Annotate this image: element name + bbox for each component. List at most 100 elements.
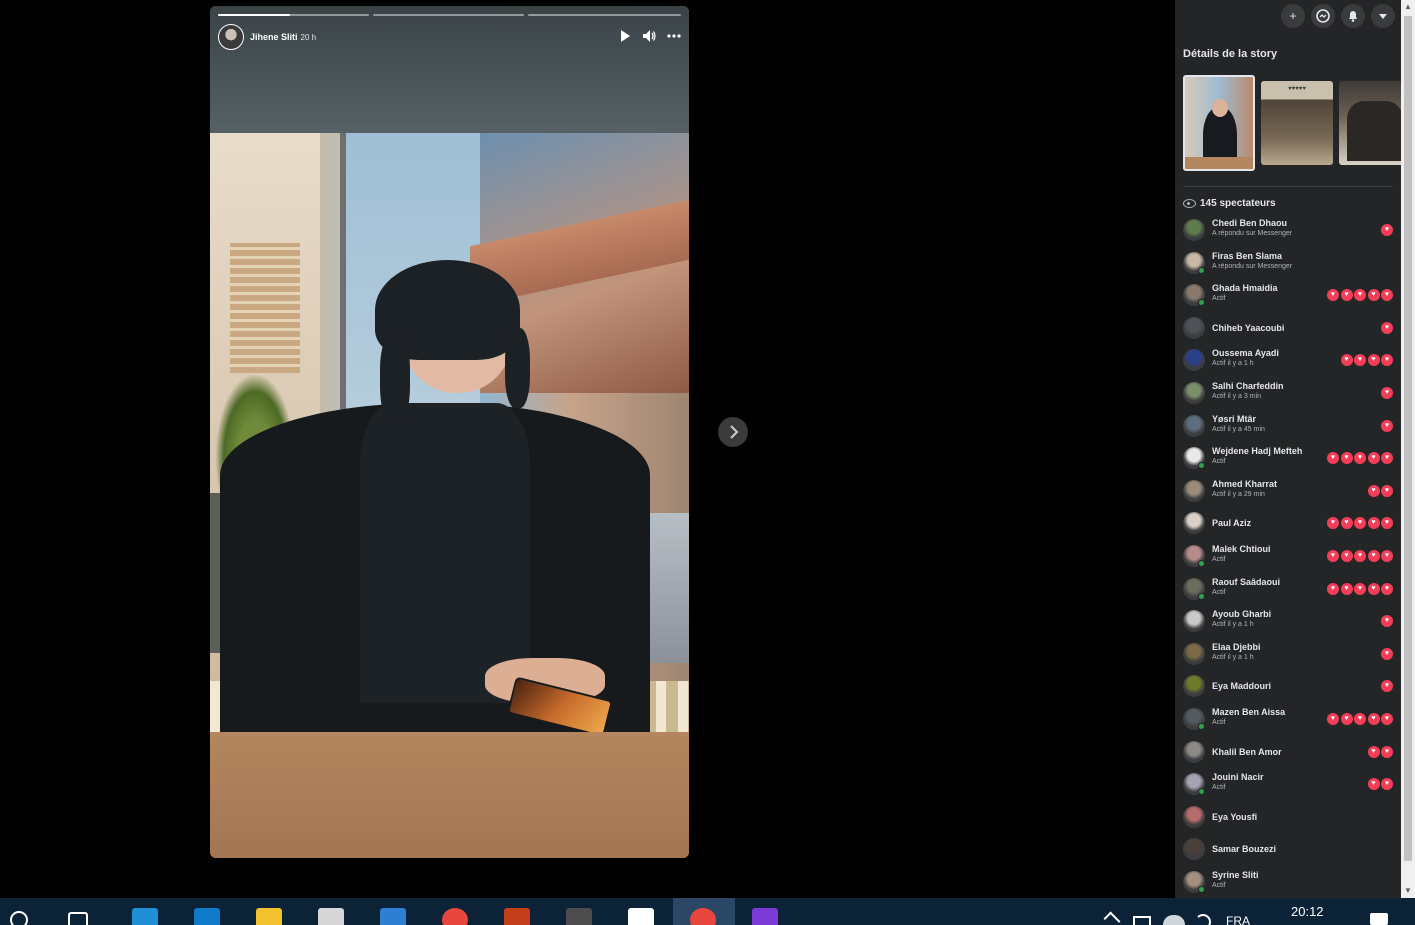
language-indicator[interactable]: FRA — [1226, 914, 1250, 925]
network-icon[interactable] — [1133, 916, 1151, 925]
viewer-name[interactable]: Mazen Ben Aissa — [1212, 707, 1285, 717]
viewer-row[interactable]: Eya Maddouri ♥ — [1183, 672, 1395, 700]
viewer-avatar[interactable] — [1183, 316, 1205, 339]
viewer-name[interactable]: Oussema Ayadi — [1212, 348, 1279, 358]
viewers-count[interactable]: 145 spectateurs — [1183, 198, 1276, 209]
viewer-name[interactable]: Khalil Ben Amor — [1212, 747, 1282, 757]
more-icon[interactable] — [666, 28, 682, 44]
caret-down-icon[interactable] — [1371, 4, 1395, 28]
viewer-row[interactable]: Paul Aziz ♥ ♥ ♥ ♥ ♥ — [1183, 509, 1395, 537]
viewer-avatar[interactable] — [1183, 675, 1205, 698]
story-card[interactable]: Jihene Sliti 20 h — [210, 6, 689, 858]
viewer-avatar[interactable] — [1183, 740, 1205, 763]
viewer-avatar[interactable] — [1183, 838, 1205, 861]
sublime-icon[interactable] — [566, 908, 592, 925]
next-story-button[interactable] — [718, 417, 748, 447]
viewer-row[interactable]: Raouf Saâdaoui Actif ♥ ♥ ♥ ♥ ♥ — [1183, 575, 1395, 603]
messenger-icon[interactable] — [1311, 4, 1335, 28]
viewer-name[interactable]: Eya Maddouri — [1212, 681, 1271, 691]
bell-icon[interactable] — [1341, 4, 1365, 28]
play-icon[interactable] — [617, 28, 633, 44]
viewer-avatar[interactable] — [1183, 219, 1205, 241]
viewer-row[interactable]: Salhi Charfeddin Actif il y a 3 min ♥ — [1183, 379, 1395, 407]
scroll-up-icon[interactable]: ▲ — [1401, 0, 1415, 14]
viewer-avatar[interactable] — [1183, 479, 1205, 502]
scrollbar-thumb[interactable] — [1404, 16, 1412, 861]
story-photo — [210, 133, 689, 732]
chrome-icon[interactable] — [442, 908, 468, 925]
viewer-name[interactable]: Firas Ben Slama — [1212, 251, 1282, 261]
viewer-name[interactable]: Ayoub Gharbi — [1212, 609, 1271, 619]
viewer-row[interactable]: Jouini Nacir Actif ♥ ♥ — [1183, 770, 1395, 798]
viewer-row[interactable]: Syrine Sliti Actif — [1183, 868, 1395, 896]
viewer-name[interactable]: Jouini Nacir — [1212, 772, 1264, 782]
viewer-name[interactable]: Salhi Charfeddin — [1212, 381, 1284, 391]
viewer-name[interactable]: Malek Chtioui — [1212, 544, 1271, 554]
viewer-name[interactable]: Samar Bouzezi — [1212, 844, 1276, 854]
viewer-row[interactable]: Malek Chtioui Actif ♥ ♥ ♥ ♥ ♥ — [1183, 542, 1395, 570]
heart-icon: ♥ — [1381, 321, 1393, 334]
viewer-name[interactable]: Syrine Sliti — [1212, 870, 1259, 880]
tray-chevron-icon[interactable] — [1103, 911, 1121, 925]
task-view-icon[interactable] — [68, 912, 88, 925]
viewer-row[interactable]: Khalil Ben Amor ♥ ♥ — [1183, 738, 1395, 766]
viewer-status: A répondu sur Messenger — [1212, 262, 1293, 270]
edge-icon[interactable] — [194, 908, 220, 925]
file-explorer-icon[interactable] — [256, 908, 282, 925]
viewer-row[interactable]: Ghada Hmaidia Actif ♥ ♥ ♥ ♥ ♥ — [1183, 281, 1395, 309]
viewer-name[interactable]: Paul Aziz — [1212, 518, 1251, 528]
viewer-row[interactable]: Wejdene Hadj Mefteh Actif ♥ ♥ ♥ ♥ ♥ — [1183, 444, 1395, 472]
chrome-active-icon[interactable] — [690, 908, 716, 925]
powerpoint-icon[interactable] — [504, 908, 530, 925]
story-thumbnail-2[interactable]: ♥♥♥♥♥ — [1261, 81, 1333, 165]
story-author[interactable]: Jihene Sliti — [250, 32, 298, 42]
viewer-row[interactable]: Eya Yousfi — [1183, 803, 1395, 831]
viewer-avatar[interactable] — [1183, 642, 1205, 665]
viewer-status: Actif — [1212, 784, 1226, 792]
viewer-avatar[interactable] — [1183, 512, 1205, 535]
story-thumbnail-1[interactable] — [1183, 75, 1255, 171]
viewer-row[interactable]: Firas Ben Slama A répondu sur Messenger — [1183, 249, 1395, 277]
volume-icon[interactable] — [641, 28, 657, 44]
viewer-name[interactable]: Elaa Djebbi — [1212, 642, 1261, 652]
scrollbar[interactable]: ▲ ▼ — [1401, 0, 1415, 898]
viewer-name[interactable]: Wejdene Hadj Mefteh — [1212, 446, 1302, 456]
viewer-row[interactable]: Samar Bouzezi — [1183, 835, 1395, 863]
viewer-avatar[interactable] — [1183, 414, 1205, 437]
notification-icon[interactable] — [1370, 913, 1388, 925]
scroll-down-icon[interactable]: ▼ — [1401, 884, 1415, 898]
viewer-name[interactable]: Raouf Saâdaoui — [1212, 577, 1280, 587]
viewer-row[interactable]: Chedi Ben Dhaou A répondu sur Messenger ♥ — [1183, 216, 1395, 244]
viewer-row[interactable]: Yøsri Mtâr Actif il y a 45 min ♥ — [1183, 412, 1395, 440]
search-icon[interactable] — [10, 911, 28, 925]
viewer-row[interactable]: Ahmed Kharrat Actif il y a 29 min ♥ ♥ — [1183, 477, 1395, 505]
viewer-row[interactable]: Elaa Djebbi Actif il y a 1 h ♥ — [1183, 640, 1395, 668]
author-avatar[interactable] — [218, 24, 244, 50]
viewer-avatar[interactable] — [1183, 610, 1205, 633]
viewer-row[interactable]: Mazen Ben Aissa Actif ♥ ♥ ♥ ♥ ♥ — [1183, 705, 1395, 733]
story-thumbnail-3[interactable] — [1339, 81, 1401, 165]
viewer-name[interactable]: Ghada Hmaidia — [1212, 283, 1278, 293]
heart-icon: ♥ — [1367, 484, 1380, 497]
viewer-name[interactable]: Chedi Ben Dhaou — [1212, 218, 1287, 228]
viewer-avatar[interactable] — [1183, 382, 1205, 404]
document-icon[interactable] — [628, 908, 654, 925]
clock[interactable]: 20:12 — [1291, 904, 1324, 919]
viewer-name[interactable]: Eya Yousfi — [1212, 812, 1257, 822]
wifi-icon[interactable] — [1195, 914, 1211, 925]
plus-icon[interactable]: + — [1281, 4, 1305, 28]
viewer-name[interactable]: Chiheb Yaacoubi — [1212, 323, 1284, 333]
viewer-status: Actif — [1212, 295, 1226, 303]
viewer-avatar[interactable] — [1183, 349, 1205, 372]
internet-explorer-icon[interactable] — [132, 908, 158, 925]
mail-icon[interactable] — [380, 908, 406, 925]
viewer-name[interactable]: Ahmed Kharrat — [1212, 479, 1277, 489]
viewer-row[interactable]: Ayoub Gharbi Actif il y a 1 h ♥ — [1183, 607, 1395, 635]
phpstorm-icon[interactable] — [752, 908, 778, 925]
onedrive-icon[interactable] — [1163, 915, 1185, 925]
viewer-name[interactable]: Yøsri Mtâr — [1212, 414, 1256, 424]
store-icon[interactable] — [318, 908, 344, 925]
viewer-row[interactable]: Chiheb Yaacoubi ♥ — [1183, 314, 1395, 342]
viewer-avatar[interactable] — [1183, 805, 1205, 828]
viewer-row[interactable]: Oussema Ayadi Actif il y a 1 h ♥ ♥ ♥ ♥ — [1183, 346, 1395, 374]
